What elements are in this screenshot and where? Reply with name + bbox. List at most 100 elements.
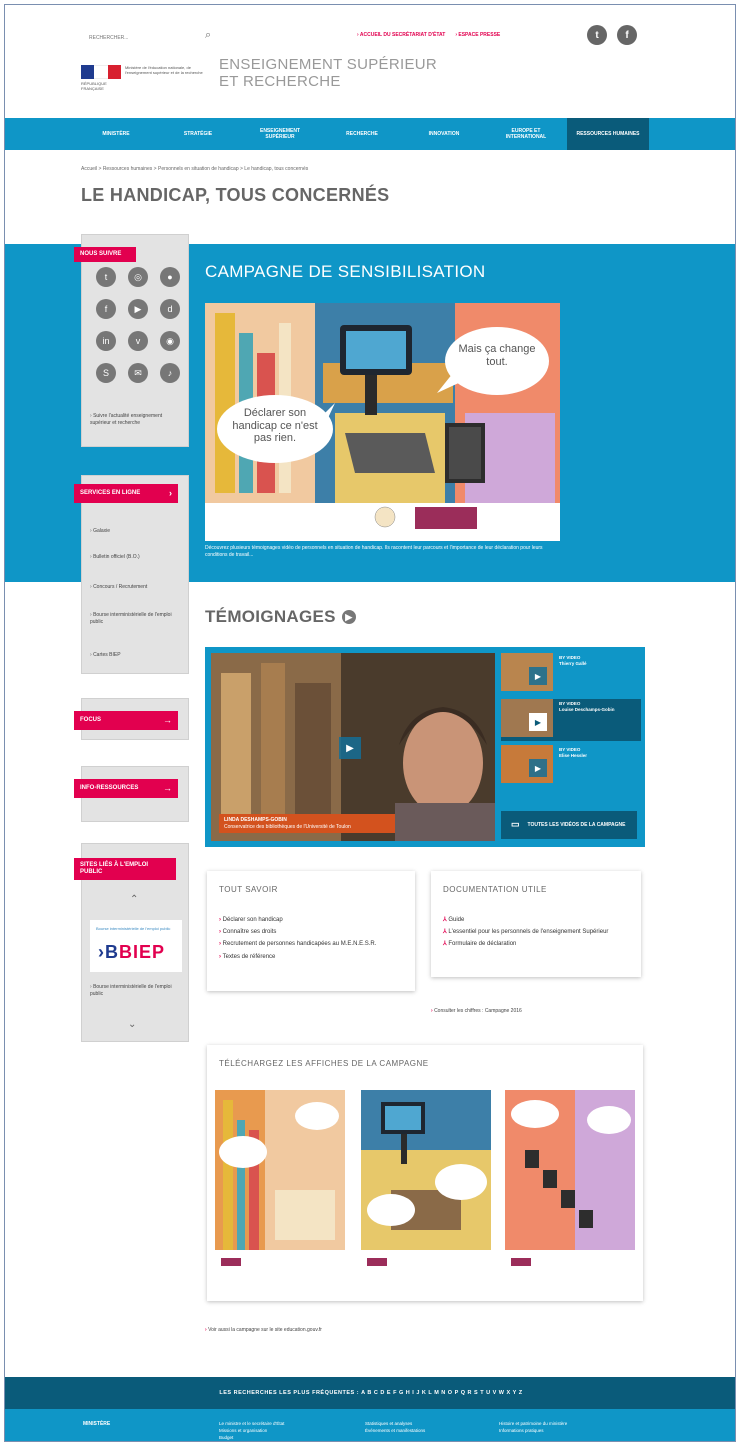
footer-search-label: LES RECHERCHES LES PLUS FRÉQUENTES : — [219, 1390, 360, 1396]
footer-link[interactable]: Statistiques et analyses — [365, 1421, 425, 1428]
sidebar-info-title[interactable]: INFO-RESSOURCES → — [74, 779, 178, 798]
footer-col-1: Le ministre et le secrétaire d'État Miss… — [219, 1421, 284, 1441]
pdf-link[interactable]: Formulaire de déclaration — [443, 941, 637, 948]
chevron-up-icon[interactable]: ⌃ — [130, 894, 138, 905]
pdf-link[interactable]: L'essentiel pour les personnels de l'ens… — [443, 929, 637, 936]
campaign-poster[interactable]: Déclarer son handicap ce n'est pas rien.… — [205, 303, 560, 541]
documentation-list: Guide L'essentiel pour les personnels de… — [443, 917, 637, 954]
video-thumb-meta: BY VIDEO Thierry Gallé — [559, 655, 587, 666]
site-title-line1: ENSEIGNEMENT SUPÉRIEUR — [219, 56, 438, 73]
video-main[interactable]: ▶ LINDA DESHAMPS-GOBIN Conservatrice des… — [211, 653, 495, 841]
affiche-poster-2[interactable] — [361, 1090, 491, 1278]
video-thumb[interactable]: ▶ BY VIDEO Thierry Gallé — [501, 653, 641, 695]
footer-col-2: Statistiques et analyses Événements et m… — [365, 1421, 425, 1435]
search-icon[interactable]: ⌕ — [205, 29, 211, 42]
footer-link[interactable]: Informations pratiques — [499, 1428, 567, 1435]
consult-link[interactable]: Consulter les chiffres : Campagne 2016 — [431, 1008, 522, 1014]
instagram-icon[interactable]: ◎ — [128, 267, 148, 287]
social-grid: t ◎ ● f ▶ d in v ◉ S ✉ ♪ — [96, 267, 180, 383]
footer-alphabet[interactable]: A B C D E F G H I J K L M N O P Q R S T … — [361, 1390, 523, 1396]
footer-link[interactable]: Missions et organisation — [219, 1428, 284, 1435]
vimeo-icon[interactable]: v — [128, 331, 148, 351]
tout-savoir-link[interactable]: Déclarer son handicap — [219, 917, 399, 924]
video-thumb-meta: BY VIDEO Louise Deschamps-Gobin — [559, 701, 615, 712]
sidebar-follow-link[interactable]: Suivre l'actualité enseignement supérieu… — [90, 413, 182, 426]
video-caption-role: Conservatrice des bibliothèques de l'Uni… — [224, 823, 351, 830]
scoopit-icon[interactable]: S — [96, 363, 116, 383]
campaign-site-link[interactable]: Voir aussi la campagne sur le site educa… — [205, 1327, 322, 1333]
facebook-icon[interactable]: f — [96, 299, 116, 319]
video-thumb-image: ▶ — [501, 745, 553, 783]
tout-savoir-link[interactable]: Textes de référence — [219, 954, 399, 961]
sidebar-follow-title: NOUS SUIVRE — [74, 247, 136, 263]
sidebar-service-link[interactable]: Cartes BIEP — [90, 652, 182, 659]
video-caption: LINDA DESHAMPS-GOBIN Conservatrice des b… — [219, 814, 395, 833]
top-link-presse[interactable]: ESPACE PRESSE — [455, 32, 500, 38]
rss-icon[interactable]: ◉ — [160, 331, 180, 351]
chevron-right-icon[interactable]: › — [169, 488, 172, 499]
search-input[interactable] — [89, 31, 215, 45]
video-thumb[interactable]: ▶ BY VIDEO Elise Hessler — [501, 745, 641, 787]
nav-item-ministere[interactable]: MINISTÈRE — [75, 118, 157, 150]
tout-savoir-title: TOUT SAVOIR — [219, 885, 278, 894]
arrow-right-icon: → — [163, 783, 172, 793]
dailymotion-icon[interactable]: d — [160, 299, 180, 319]
nav-item-strategie[interactable]: STRATÉGIE — [157, 118, 239, 150]
tout-savoir-link[interactable]: Recrutement de personnes handicapées au … — [219, 941, 399, 948]
play-icon[interactable]: ▶ — [529, 667, 547, 685]
documentation-title: DOCUMENTATION UTILE — [443, 885, 547, 894]
facebook-icon[interactable]: f — [617, 25, 637, 45]
sidebar-service-link[interactable]: Bourse interministérielle de l'emploi pu… — [90, 612, 182, 625]
footer-link[interactable]: Budget — [219, 1435, 284, 1442]
top-link-secretariat[interactable]: ACCUEIL DU SECRÉTARIAT D'ÉTAT — [357, 32, 445, 38]
footer: MINISTÈRE Le ministre et le secrétaire d… — [5, 1409, 735, 1441]
video-list-icon: ▭ — [511, 819, 520, 830]
breadcrumb[interactable]: Accueil > Ressources humaines > Personne… — [81, 166, 308, 172]
sidebar-services-title: SERVICES EN LIGNE › — [74, 484, 178, 503]
video-thumb-image: ▶ — [501, 699, 553, 737]
tout-savoir-link[interactable]: Connaître ses droits — [219, 929, 399, 936]
campaign-title: CAMPAGNE DE SENSIBILISATION — [205, 262, 486, 281]
play-icon[interactable]: ▶ — [339, 737, 361, 759]
video-thumb-selected[interactable]: ▶ BY VIDEO Louise Deschamps-Gobin — [501, 699, 641, 741]
sidebar-focus-title[interactable]: FOCUS → — [74, 711, 178, 730]
sidebar-service-link[interactable]: Bulletin officiel (B.O.) — [90, 554, 182, 561]
all-videos-button[interactable]: ▭ TOUTES LES VIDÉOS DE LA CAMPAGNE — [501, 811, 637, 839]
bubble-right-text: Mais ça change tout. — [458, 343, 536, 369]
video-thumb-meta: BY VIDEO Elise Hessler — [559, 747, 588, 758]
play-icon[interactable]: ▶ — [529, 759, 547, 777]
twitter-icon[interactable]: t — [96, 267, 116, 287]
site-title[interactable]: ENSEIGNEMENT SUPÉRIEUR ET RECHERCHE — [219, 56, 438, 90]
footer-link[interactable]: Le ministre et le secrétaire d'État — [219, 1421, 284, 1428]
nav-item-rh[interactable]: RESSOURCES HUMAINES — [567, 118, 649, 150]
nav-item-europe[interactable]: EUROPE ET INTERNATIONAL — [485, 118, 567, 150]
sidebar-service-link[interactable]: Galaxie — [90, 528, 182, 535]
footer-link[interactable]: Histoire et patrimoine du ministère — [499, 1421, 567, 1428]
ministry-logo[interactable]: RÉPUBLIQUE FRANÇAISE Ministère de l'éduc… — [81, 63, 205, 93]
biep-logo[interactable]: Bourse interministérielle de l'emploi pu… — [90, 920, 182, 972]
sidebar-emploi: SITES LIÉS À L'EMPLOI PUBLIC ⌃ Bourse in… — [74, 843, 189, 1042]
video-thumb-image: ▶ — [501, 653, 553, 691]
campaign-description: Découvrez plusieurs témoignages vidéo de… — [205, 545, 543, 558]
affiche-poster-3[interactable] — [505, 1090, 635, 1278]
footer-link[interactable]: Événements et manifestations — [365, 1428, 425, 1435]
twitter-icon[interactable]: t — [587, 25, 607, 45]
documentation-card: DOCUMENTATION UTILE Guide L'essentiel po… — [431, 871, 641, 977]
nav-item-innovation[interactable]: INNOVATION — [403, 118, 485, 150]
sidebar-service-link[interactable]: Concours / Recrutement — [90, 584, 182, 591]
affiche-poster-1[interactable] — [215, 1090, 345, 1278]
sidebar-emploi-link[interactable]: Bourse interministérielle de l'emploi pu… — [90, 984, 182, 997]
flickr-icon[interactable]: ● — [160, 267, 180, 287]
main-nav: MINISTÈRE STRATÉGIE ENSEIGNEMENT SUPÉRIE… — [5, 118, 735, 150]
chevron-down-icon[interactable]: ⌄ — [128, 1019, 136, 1030]
mail-icon[interactable]: ✉ — [128, 363, 148, 383]
video-badge-icon: ▶ — [341, 610, 356, 624]
podcast-icon[interactable]: ♪ — [160, 363, 180, 383]
temoignages-title: TÉMOIGNAGES ▶ — [205, 607, 356, 627]
nav-item-recherche[interactable]: RECHERCHE — [321, 118, 403, 150]
youtube-icon[interactable]: ▶ — [128, 299, 148, 319]
nav-item-enseignement[interactable]: ENSEIGNEMENT SUPÉRIEUR — [239, 118, 321, 150]
linkedin-icon[interactable]: in — [96, 331, 116, 351]
pdf-link[interactable]: Guide — [443, 917, 637, 924]
play-icon[interactable]: ▶ — [529, 713, 547, 731]
